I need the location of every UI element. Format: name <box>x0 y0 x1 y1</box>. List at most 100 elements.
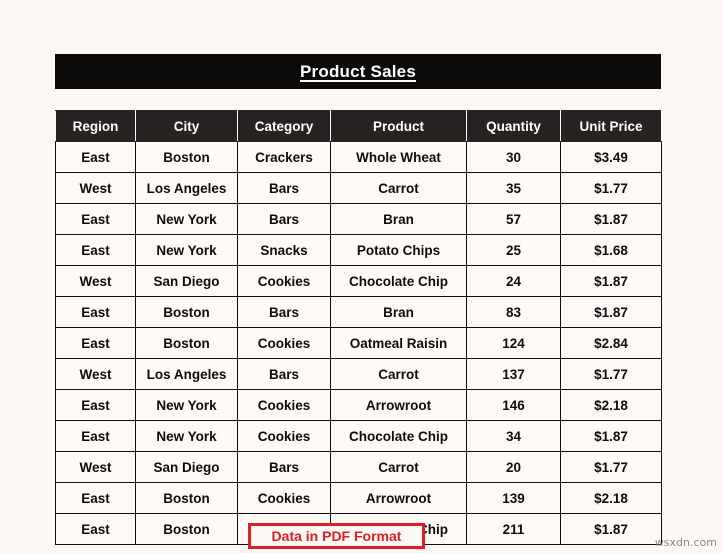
cell-category: Bars <box>238 359 331 390</box>
cell-quantity: 25 <box>467 235 561 266</box>
cell-category: Cookies <box>238 483 331 514</box>
cell-region: East <box>56 328 136 359</box>
cell-unit-price: $3.49 <box>561 142 662 173</box>
cell-category: Cookies <box>238 390 331 421</box>
cell-quantity: 24 <box>467 266 561 297</box>
cell-quantity: 20 <box>467 452 561 483</box>
cell-city: New York <box>136 390 238 421</box>
cell-city: Boston <box>136 328 238 359</box>
title-banner: Product Sales <box>55 54 661 89</box>
cell-region: East <box>56 514 136 545</box>
cell-product: Chocolate Chip <box>331 266 467 297</box>
cell-unit-price: $2.18 <box>561 390 662 421</box>
cell-unit-price: $1.87 <box>561 204 662 235</box>
cell-quantity: 57 <box>467 204 561 235</box>
cell-region: West <box>56 359 136 390</box>
cell-city: San Diego <box>136 452 238 483</box>
cell-category: Snacks <box>238 235 331 266</box>
table-header-row: Region City Category Product Quantity Un… <box>56 111 662 142</box>
table-row: EastBostonBarsBran83$1.87 <box>56 297 662 328</box>
cell-region: East <box>56 235 136 266</box>
table-row: WestSan DiegoCookiesChocolate Chip24$1.8… <box>56 266 662 297</box>
cell-category: Bars <box>238 297 331 328</box>
table-row: EastNew YorkCookiesChocolate Chip34$1.87 <box>56 421 662 452</box>
cell-quantity: 139 <box>467 483 561 514</box>
cell-region: West <box>56 452 136 483</box>
table-row: WestLos AngelesBarsCarrot137$1.77 <box>56 359 662 390</box>
table-row: EastBostonCrackersWhole Wheat30$3.49 <box>56 142 662 173</box>
table-row: EastNew YorkSnacksPotato Chips25$1.68 <box>56 235 662 266</box>
annotation-box: Data in PDF Format <box>248 523 425 549</box>
cell-region: West <box>56 173 136 204</box>
cell-city: Boston <box>136 483 238 514</box>
cell-quantity: 35 <box>467 173 561 204</box>
cell-unit-price: $1.87 <box>561 421 662 452</box>
table-row: WestSan DiegoBarsCarrot20$1.77 <box>56 452 662 483</box>
cell-product: Whole Wheat <box>331 142 467 173</box>
cell-city: New York <box>136 421 238 452</box>
cell-region: East <box>56 421 136 452</box>
cell-unit-price: $1.87 <box>561 266 662 297</box>
cell-product: Carrot <box>331 452 467 483</box>
cell-category: Bars <box>238 204 331 235</box>
product-sales-table: Region City Category Product Quantity Un… <box>55 110 662 545</box>
cell-region: East <box>56 483 136 514</box>
cell-region: East <box>56 204 136 235</box>
cell-category: Bars <box>238 452 331 483</box>
table-row: EastNew YorkCookiesArrowroot146$2.18 <box>56 390 662 421</box>
cell-city: Los Angeles <box>136 173 238 204</box>
cell-product: Carrot <box>331 173 467 204</box>
column-header-unit-price: Unit Price <box>561 111 662 142</box>
cell-quantity: 30 <box>467 142 561 173</box>
document-page: Product Sales Region City Category Produ… <box>0 0 723 553</box>
cell-quantity: 34 <box>467 421 561 452</box>
cell-city: Boston <box>136 297 238 328</box>
cell-city: New York <box>136 204 238 235</box>
table-header: Region City Category Product Quantity Un… <box>56 111 662 142</box>
annotation-label: Data in PDF Format <box>272 528 402 544</box>
cell-region: East <box>56 142 136 173</box>
cell-unit-price: $1.87 <box>561 297 662 328</box>
cell-quantity: 146 <box>467 390 561 421</box>
cell-product: Carrot <box>331 359 467 390</box>
cell-unit-price: $2.18 <box>561 483 662 514</box>
cell-product: Chocolate Chip <box>331 421 467 452</box>
cell-city: Los Angeles <box>136 359 238 390</box>
cell-quantity: 211 <box>467 514 561 545</box>
table-row: EastBostonCookiesOatmeal Raisin124$2.84 <box>56 328 662 359</box>
cell-category: Cookies <box>238 266 331 297</box>
cell-category: Bars <box>238 173 331 204</box>
cell-region: West <box>56 266 136 297</box>
cell-city: Boston <box>136 514 238 545</box>
cell-category: Crackers <box>238 142 331 173</box>
page-title: Product Sales <box>300 62 416 82</box>
cell-city: New York <box>136 235 238 266</box>
cell-region: East <box>56 297 136 328</box>
table-row: EastNew YorkBarsBran57$1.87 <box>56 204 662 235</box>
watermark: wsxdn.com <box>655 536 717 549</box>
table-body: EastBostonCrackersWhole Wheat30$3.49West… <box>56 142 662 545</box>
table-row: EastBostonCookiesArrowroot139$2.18 <box>56 483 662 514</box>
cell-region: East <box>56 390 136 421</box>
cell-unit-price: $1.68 <box>561 235 662 266</box>
column-header-city: City <box>136 111 238 142</box>
cell-product: Bran <box>331 204 467 235</box>
cell-product: Arrowroot <box>331 483 467 514</box>
cell-unit-price: $2.84 <box>561 328 662 359</box>
cell-unit-price: $1.87 <box>561 514 662 545</box>
cell-unit-price: $1.77 <box>561 173 662 204</box>
table-row: WestLos AngelesBarsCarrot35$1.77 <box>56 173 662 204</box>
cell-city: San Diego <box>136 266 238 297</box>
cell-product: Oatmeal Raisin <box>331 328 467 359</box>
cell-city: Boston <box>136 142 238 173</box>
cell-product: Bran <box>331 297 467 328</box>
cell-category: Cookies <box>238 328 331 359</box>
cell-quantity: 124 <box>467 328 561 359</box>
column-header-quantity: Quantity <box>467 111 561 142</box>
cell-product: Arrowroot <box>331 390 467 421</box>
column-header-product: Product <box>331 111 467 142</box>
cell-category: Cookies <box>238 421 331 452</box>
cell-product: Potato Chips <box>331 235 467 266</box>
cell-quantity: 137 <box>467 359 561 390</box>
cell-unit-price: $1.77 <box>561 452 662 483</box>
